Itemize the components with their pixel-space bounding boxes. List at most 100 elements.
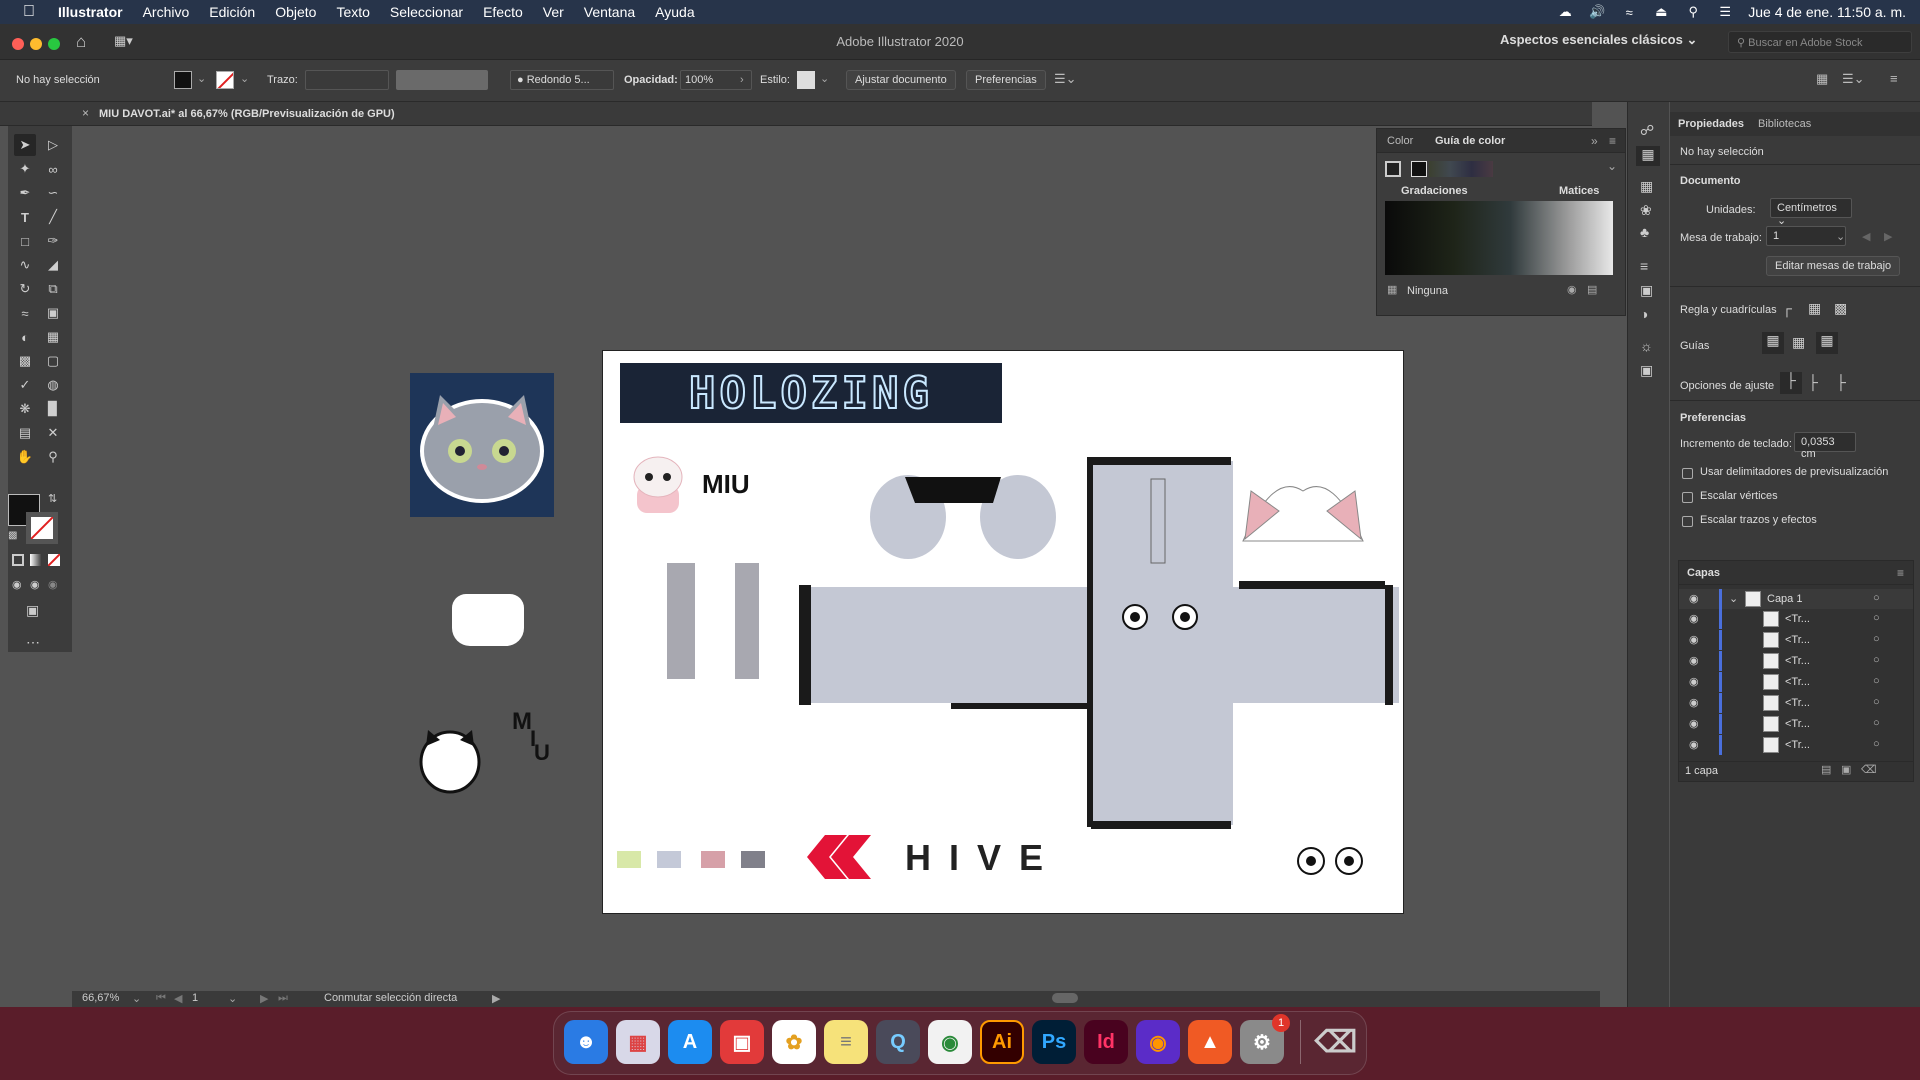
menu-objeto[interactable]: Objeto <box>265 4 326 20</box>
save-to-swatches-icon[interactable]: ▤ <box>1587 283 1597 296</box>
menu-app-illustrator[interactable]: Illustrator <box>48 4 133 20</box>
eye-icon[interactable]: ◉ <box>1689 738 1699 751</box>
panel-menu-icon[interactable]: ≡ <box>1890 71 1898 86</box>
type-tool-icon[interactable]: T <box>14 206 36 228</box>
layers-panel-title[interactable]: Capas <box>1687 567 1720 579</box>
cat-sticker-image[interactable] <box>410 373 554 517</box>
eye-icon[interactable]: ◉ <box>1689 717 1699 730</box>
photoshop-app-icon[interactable]: Ps <box>1032 1020 1076 1064</box>
sublayer-name[interactable]: <Tr... <box>1785 634 1810 646</box>
target-icon[interactable]: ○ <box>1873 717 1880 729</box>
sublayer-name[interactable]: <Tr... <box>1785 718 1810 730</box>
preferences-button[interactable]: Preferencias <box>966 70 1046 90</box>
symbol-sprayer-tool-icon[interactable]: ❋ <box>14 398 36 420</box>
target-icon[interactable]: ○ <box>1873 612 1880 624</box>
draw-inside-icon[interactable]: ◉ <box>48 578 58 591</box>
workspace-switcher[interactable]: Aspectos esenciales clásicos ⌄ <box>1500 32 1697 48</box>
target-icon[interactable]: ○ <box>1873 592 1880 604</box>
edit-colors-icon[interactable]: ◉ <box>1567 283 1577 296</box>
perspective-grid-tool-icon[interactable]: ▦ <box>42 326 64 348</box>
brush-definition[interactable]: ● Redondo 5... <box>510 70 614 90</box>
screen-mode-icon[interactable]: ▣ <box>26 602 39 619</box>
symbols-panel-icon[interactable]: ♣ <box>1640 224 1649 240</box>
chevron-down-icon[interactable]: ⌄ <box>228 992 237 1005</box>
color-variation-grid[interactable] <box>1385 201 1613 275</box>
notes-app-icon[interactable]: ≡ <box>824 1020 868 1064</box>
photo-booth-app-icon[interactable]: ▣ <box>720 1020 764 1064</box>
gradient-panel-icon[interactable]: ▣ <box>1640 282 1653 299</box>
artboard-tool-icon[interactable]: ▤ <box>14 422 36 444</box>
sublayer-name[interactable]: <Tr... <box>1785 739 1810 751</box>
white-silhouette-shape[interactable] <box>452 594 524 646</box>
side-letter-m[interactable]: M <box>512 708 532 736</box>
first-artboard-icon[interactable]: ⏮ <box>156 992 166 1005</box>
tab-properties[interactable]: Propiedades <box>1678 118 1744 130</box>
edit-artboards-button[interactable]: Editar mesas de trabajo <box>1766 256 1901 276</box>
close-tab-icon[interactable]: × <box>82 106 89 120</box>
sublayer-row[interactable]: ◉ <Tr... ○ <box>1679 693 1913 713</box>
chevron-down-icon[interactable]: ⌄ <box>1607 159 1617 173</box>
sublayer-name[interactable]: <Tr... <box>1785 676 1810 688</box>
document-tab-title[interactable]: MIU DAVOT.ai* al 66,67% (RGB/Previsualiz… <box>99 108 395 120</box>
tab-color[interactable]: Color <box>1387 135 1413 147</box>
zoom-tool-icon[interactable]: ⚲ <box>42 446 64 468</box>
default-colors-icon[interactable]: ▩ <box>8 530 17 541</box>
curvature-tool-icon[interactable]: ∽ <box>42 182 64 204</box>
lasso-tool-icon[interactable]: ∞ <box>42 158 64 180</box>
illustrator-app-icon[interactable]: Ai <box>980 1020 1024 1064</box>
snap-to-point-icon[interactable]: ├ <box>1780 372 1802 394</box>
mesh-tool-icon[interactable]: ▩ <box>14 350 36 372</box>
chevron-down-icon[interactable]: ⌄ <box>240 72 249 85</box>
menu-ventana[interactable]: Ventana <box>574 4 645 20</box>
arrange-icon[interactable]: ▦ <box>1816 71 1828 87</box>
artboard-number[interactable]: 1 <box>192 992 198 1004</box>
adobe-stock-search[interactable]: ⚲ Buscar en Adobe Stock <box>1728 31 1912 53</box>
menu-efecto[interactable]: Efecto <box>473 4 533 20</box>
eye-icon[interactable]: ◉ <box>1689 675 1699 688</box>
keyboard-increment-field[interactable]: 0,0353 cm <box>1794 432 1856 460</box>
new-sublayer-icon[interactable]: ▤ <box>1821 763 1831 776</box>
stroke-panel-icon[interactable]: ≡ <box>1640 258 1648 274</box>
chevron-down-icon[interactable]: ⌄ <box>132 992 141 1005</box>
trash-app-icon[interactable]: ⌫ <box>1314 1020 1358 1064</box>
draw-behind-icon[interactable]: ◉ <box>30 578 40 591</box>
harmony-colors-strip[interactable] <box>1429 161 1493 177</box>
photos-app-icon[interactable]: ✿ <box>772 1020 816 1064</box>
eye-icon[interactable]: ◉ <box>1689 592 1699 605</box>
menubar-clock[interactable]: Jue 4 de ene. 11:50 a. m. <box>1748 4 1906 20</box>
target-icon[interactable]: ○ <box>1873 633 1880 645</box>
previous-artboard-icon[interactable]: ◀ <box>1862 230 1870 243</box>
shaper-tool-icon[interactable]: ∿ <box>14 254 36 276</box>
cat-outline-shape[interactable] <box>418 724 482 796</box>
search-icon[interactable]: ⚲ <box>1684 4 1702 20</box>
next-artboard-icon[interactable]: ▶ <box>1884 230 1892 243</box>
rectangle-tool-icon[interactable]: □ <box>14 230 36 252</box>
sublayer-row[interactable]: ◉ <Tr... ○ <box>1679 735 1913 755</box>
base-color-swatch[interactable] <box>1385 161 1401 177</box>
artboard-dropdown[interactable]: 1 <box>1766 226 1846 246</box>
indesign-app-icon[interactable]: Id <box>1084 1020 1128 1064</box>
hand-tool-icon[interactable]: ✋ <box>14 446 36 468</box>
none-mode-icon[interactable] <box>48 554 60 566</box>
creative-cloud-icon[interactable]: ☁ <box>1556 4 1574 20</box>
previous-artboard-icon[interactable]: ◀ <box>174 992 182 1005</box>
collapse-panel-icon[interactable]: » <box>1591 134 1598 148</box>
harmony-swatch[interactable] <box>1411 161 1427 177</box>
fill-swatch[interactable] <box>174 71 192 89</box>
sublayer-row[interactable]: ◉ <Tr... ○ <box>1679 672 1913 692</box>
color-mode-icon[interactable] <box>12 554 24 566</box>
chevron-down-icon[interactable]: ⌄ <box>1836 230 1845 243</box>
direct-selection-tool-icon[interactable]: ▷ <box>42 134 64 156</box>
firefox-app-icon[interactable]: ◉ <box>1136 1020 1180 1064</box>
scale-tool-icon[interactable]: ⧉ <box>42 278 64 300</box>
quicktime-app-icon[interactable]: Q <box>876 1020 920 1064</box>
grid-icon[interactable]: ▦ <box>1808 300 1821 317</box>
finder-app-icon[interactable]: ☻ <box>564 1020 608 1064</box>
status-menu-icon[interactable]: ▶ <box>492 992 500 1005</box>
eject-icon[interactable]: ⏏ <box>1652 4 1670 20</box>
menu-ayuda[interactable]: Ayuda <box>645 4 704 20</box>
fit-document-button[interactable]: Ajustar documento <box>846 70 956 90</box>
magic-wand-tool-icon[interactable]: ✦ <box>14 158 36 180</box>
hive-wordmark[interactable]: HIVE <box>905 837 1061 879</box>
selection-tool-icon[interactable]: ➤ <box>14 134 36 156</box>
